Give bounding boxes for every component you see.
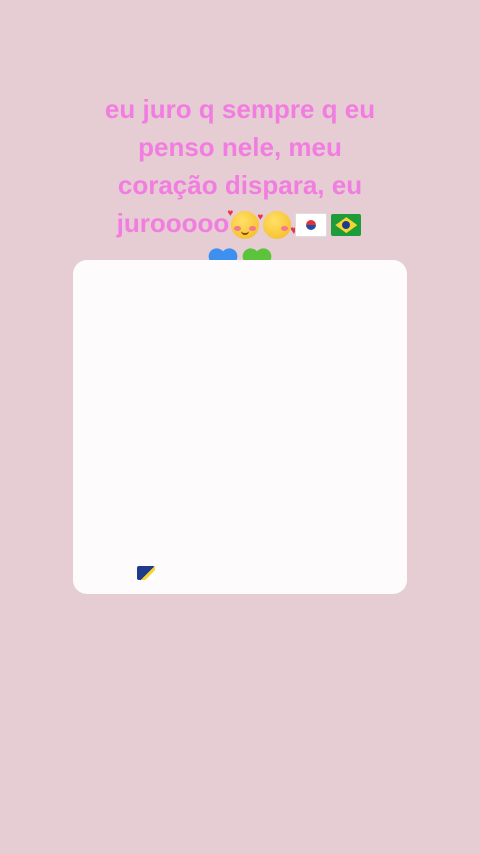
story-canvas: { "story": { "line1": "eu juro q sempre … [0,0,480,854]
south-korea-flag-icon [295,213,328,238]
story-caption: eu juro q sempre q eu penso nele, meu co… [60,90,420,280]
caption-line-2: penso nele, meu [138,132,342,162]
media-thumbnail-icon [137,566,155,580]
caption-line-4-text: jurooooo [116,208,230,238]
caption-line-3: coração dispara, eu [117,170,363,200]
face-blowing-kiss-icon: ♥ [263,211,297,240]
brazil-flag-icon [331,214,362,237]
caption-line-4: jurooooo ♥ ♥ ♥ [60,204,420,242]
media-card[interactable] [73,260,407,594]
caption-line-1: eu juro q sempre q eu [104,94,376,124]
smiling-face-with-hearts-icon: ♥ ♥ [227,209,263,240]
